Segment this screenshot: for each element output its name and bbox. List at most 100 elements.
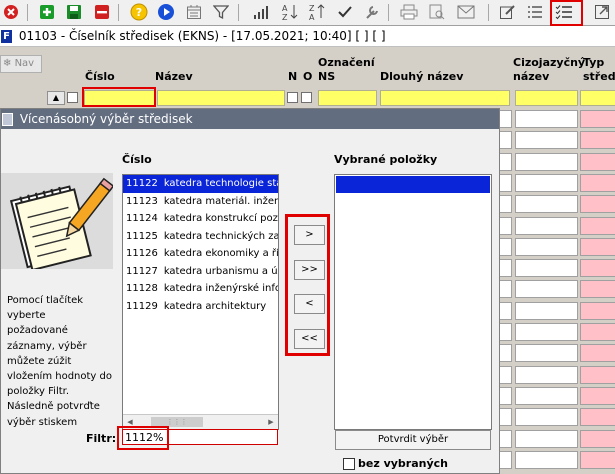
nav-button[interactable]: ❄ Nav [0,55,42,73]
source-list-item[interactable]: 11129 katedra architektury [123,298,278,316]
grid-cell[interactable] [515,131,578,150]
filter-dlouhy-nazev-field[interactable] [380,90,510,106]
grid-cell[interactable] [515,450,578,469]
mail-icon[interactable] [456,2,476,22]
column-header-n[interactable]: N [288,70,297,83]
without-selected-checkbox[interactable] [343,458,355,470]
sort-az-icon[interactable]: AZ [280,2,300,22]
grid-cell[interactable] [515,323,578,341]
calendar-icon[interactable] [184,2,204,22]
grid-cell[interactable] [499,110,512,128]
filter-nazev-field[interactable] [157,90,285,106]
grid-cell-required[interactable] [580,429,615,448]
grid-cell-required[interactable] [580,280,615,299]
grid-cell[interactable] [515,195,578,214]
grid-cell[interactable] [499,152,512,171]
selected-list[interactable] [334,174,492,430]
grid-cell[interactable] [515,237,578,256]
save-icon[interactable] [64,2,84,22]
filter-n-checkbox[interactable] [287,92,298,103]
grid-cell[interactable] [515,152,578,171]
grid-cell-required[interactable] [580,301,615,320]
source-list-item[interactable]: 11123 katedra materiál. inženýr [123,193,278,211]
grid-cell[interactable] [499,195,512,214]
grid-cell[interactable] [515,365,578,384]
grid-cell-required[interactable] [580,110,615,128]
grid-cell[interactable] [499,280,512,299]
filter-typ-field[interactable] [580,90,615,106]
grid-cell-required[interactable] [580,450,615,469]
filter-icon[interactable] [211,2,231,22]
grid-cell[interactable] [499,365,512,384]
column-header-typ[interactable]: Typ [583,56,604,69]
grid-cell[interactable] [515,280,578,299]
grid-cell[interactable] [499,173,512,192]
print-preview-icon[interactable] [427,2,447,22]
add-icon[interactable] [37,2,57,22]
grid-cell-required[interactable] [580,344,615,363]
grid-cell[interactable] [515,408,578,427]
delete-icon[interactable] [92,2,112,22]
grid-cell-required[interactable] [580,152,615,171]
chart-icon[interactable] [252,2,272,22]
column-header-cizojazycny[interactable]: Cizojazyčný [513,56,585,69]
grid-cell[interactable] [499,386,512,405]
print-icon[interactable] [399,2,419,22]
sort-za-icon[interactable]: ZA [307,2,327,22]
column-header-o[interactable]: O [303,70,312,83]
source-list-item[interactable]: 11122 katedra technologie stav [123,175,278,193]
move-one-button[interactable]: > [294,225,325,245]
source-list-item[interactable]: 11126 katedra ekonomiky a říze [123,245,278,263]
grid-cell[interactable] [515,301,578,320]
grid-cell[interactable] [499,429,512,448]
column-header-dlouhy-nazev[interactable]: Dlouhý název [380,70,463,83]
grid-cell-required[interactable] [580,365,615,384]
column-header-nazev[interactable]: Název [155,70,193,83]
grid-cell-required[interactable] [580,216,615,235]
edit-icon[interactable] [497,2,517,22]
grid-cell-required[interactable] [580,173,615,192]
grid-cell[interactable] [499,408,512,427]
wrench-icon[interactable] [362,2,382,22]
grid-cell[interactable] [515,386,578,405]
grid-cell-required[interactable] [580,408,615,427]
scroll-right-icon[interactable]: ▶ [265,416,277,428]
grid-cell[interactable] [515,173,578,192]
row-select-checkbox[interactable] [67,92,78,103]
source-list-item[interactable]: 11128 katedra inženýrské infor [123,280,278,298]
confirm-selection-button[interactable]: Potvrdit výběr [335,430,491,450]
collapse-row-button[interactable]: ▲ [47,91,65,105]
filter-cizojazycny-field[interactable] [515,90,578,106]
export-icon[interactable] [592,2,612,22]
grid-cell-required[interactable] [580,259,615,278]
grid-cell-required[interactable] [580,195,615,214]
grid-cell[interactable] [515,110,578,128]
grid-cell[interactable] [515,429,578,448]
grid-cell[interactable] [499,216,512,235]
grid-cell[interactable] [499,450,512,469]
grid-cell[interactable] [515,344,578,363]
help-icon[interactable]: ? [129,2,149,22]
list-icon[interactable] [525,2,545,22]
source-list[interactable]: 11122 katedra technologie stav 11123 katedr… [122,174,279,430]
filter-oznaceni-field[interactable] [318,90,377,106]
source-list-item[interactable]: 11127 katedra urbanismu a úze [123,263,278,281]
grid-cell-required[interactable] [580,237,615,256]
source-list-item[interactable]: 11125 katedra technických zař [123,228,278,246]
selected-list-highlight-row[interactable] [336,176,490,193]
grid-cell-required[interactable] [580,323,615,341]
remove-all-button[interactable]: << [294,329,325,349]
grid-cell-required[interactable] [580,386,615,405]
grid-cell[interactable] [499,344,512,363]
grid-cell[interactable] [499,131,512,150]
grid-cell[interactable] [499,259,512,278]
run-icon[interactable] [156,2,176,22]
grid-cell[interactable] [515,216,578,235]
grid-cell[interactable] [499,301,512,320]
close-icon[interactable] [1,2,21,22]
source-list-item[interactable]: 11124 katedra konstrukcí pozer [123,210,278,228]
grid-cell[interactable] [515,259,578,278]
column-header-oznaceni[interactable]: Označení [318,56,375,69]
filter-o-checkbox[interactable] [301,92,312,103]
grid-cell[interactable] [499,237,512,256]
